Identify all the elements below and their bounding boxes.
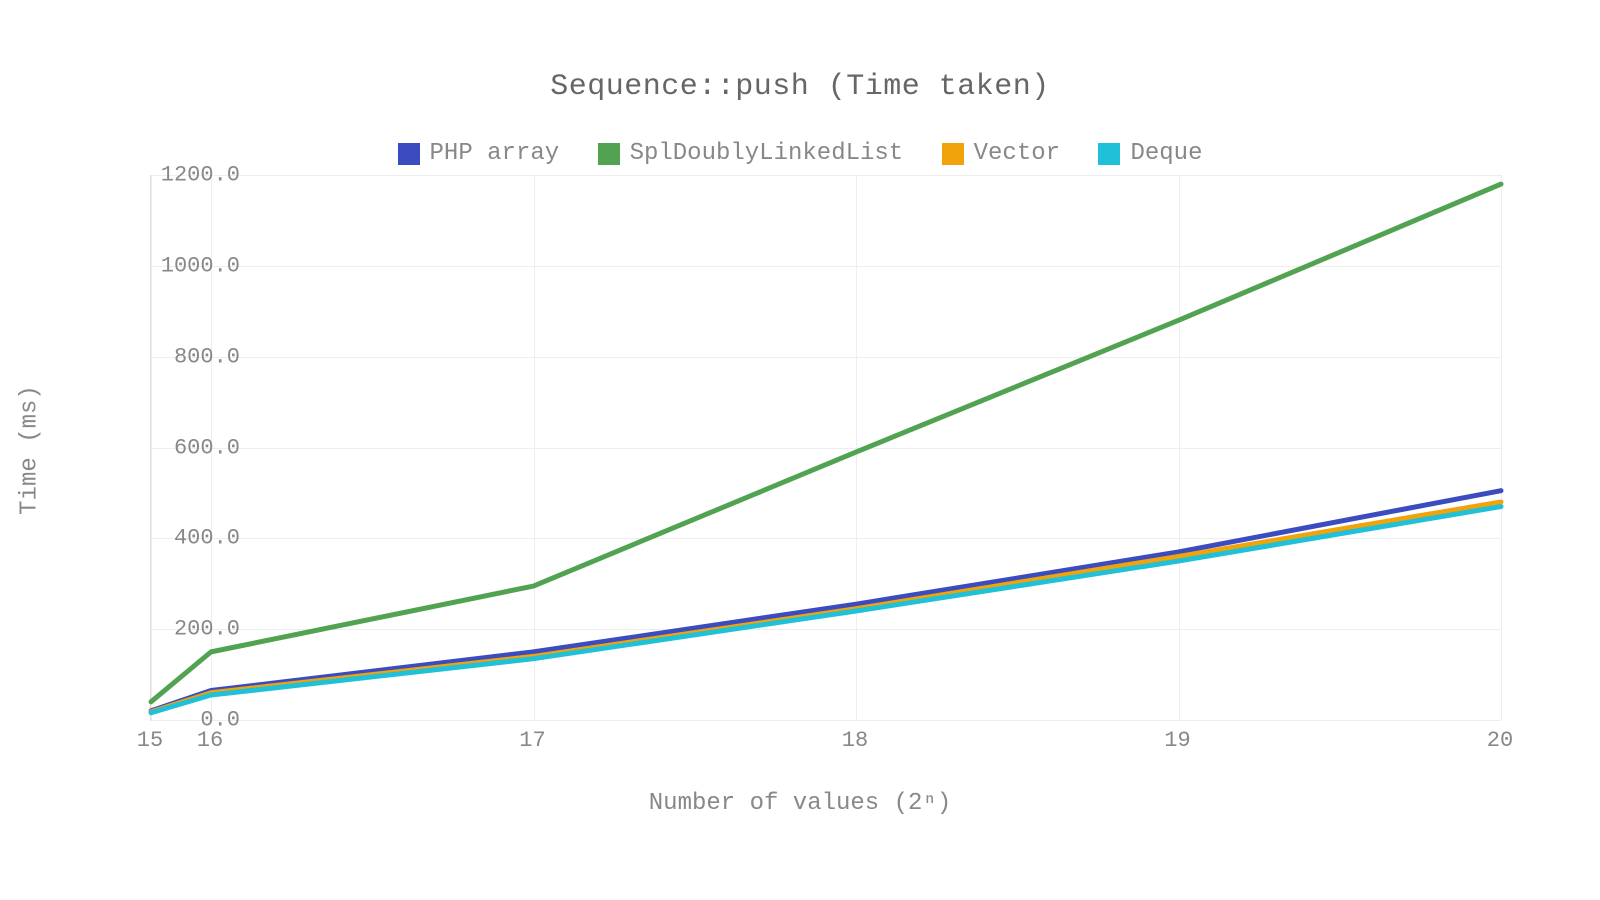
chart-container: Sequence::push (Time taken) PHP array Sp… [0,0,1600,900]
legend-label: Vector [974,140,1060,167]
x-tick-label: 18 [842,728,868,753]
x-tick-label: 19 [1164,728,1190,753]
gridline-vertical [1501,175,1502,720]
x-tick-label: 20 [1487,728,1513,753]
legend-label: SplDoublyLinkedList [630,140,904,167]
legend-item-spldoublylinkedlist: SplDoublyLinkedList [598,140,904,167]
legend-swatch [598,143,620,165]
series-line [151,184,1501,702]
x-tick-label: 16 [197,728,223,753]
legend-item-vector: Vector [942,140,1060,167]
legend-swatch [1098,143,1120,165]
y-tick-label: 1000.0 [140,253,240,278]
legend-label: PHP array [430,140,560,167]
chart-title: Sequence::push (Time taken) [0,70,1600,104]
legend-label: Deque [1130,140,1202,167]
legend-item-deque: Deque [1098,140,1202,167]
chart-lines [151,175,1501,720]
y-axis-label: Time (ms) [17,385,44,515]
plot-area [150,175,1501,721]
chart-legend: PHP array SplDoublyLinkedList Vector Deq… [0,140,1600,173]
legend-swatch [398,143,420,165]
legend-swatch [942,143,964,165]
x-axis-label: Number of values (2ⁿ) [0,790,1600,817]
y-tick-label: 600.0 [140,435,240,460]
y-tick-label: 200.0 [140,617,240,642]
x-tick-label: 17 [519,728,545,753]
legend-item-php-array: PHP array [398,140,560,167]
y-tick-label: 400.0 [140,526,240,551]
gridline-horizontal [151,720,1501,721]
y-tick-label: 800.0 [140,344,240,369]
x-tick-label: 15 [137,728,163,753]
y-tick-label: 1200.0 [140,163,240,188]
